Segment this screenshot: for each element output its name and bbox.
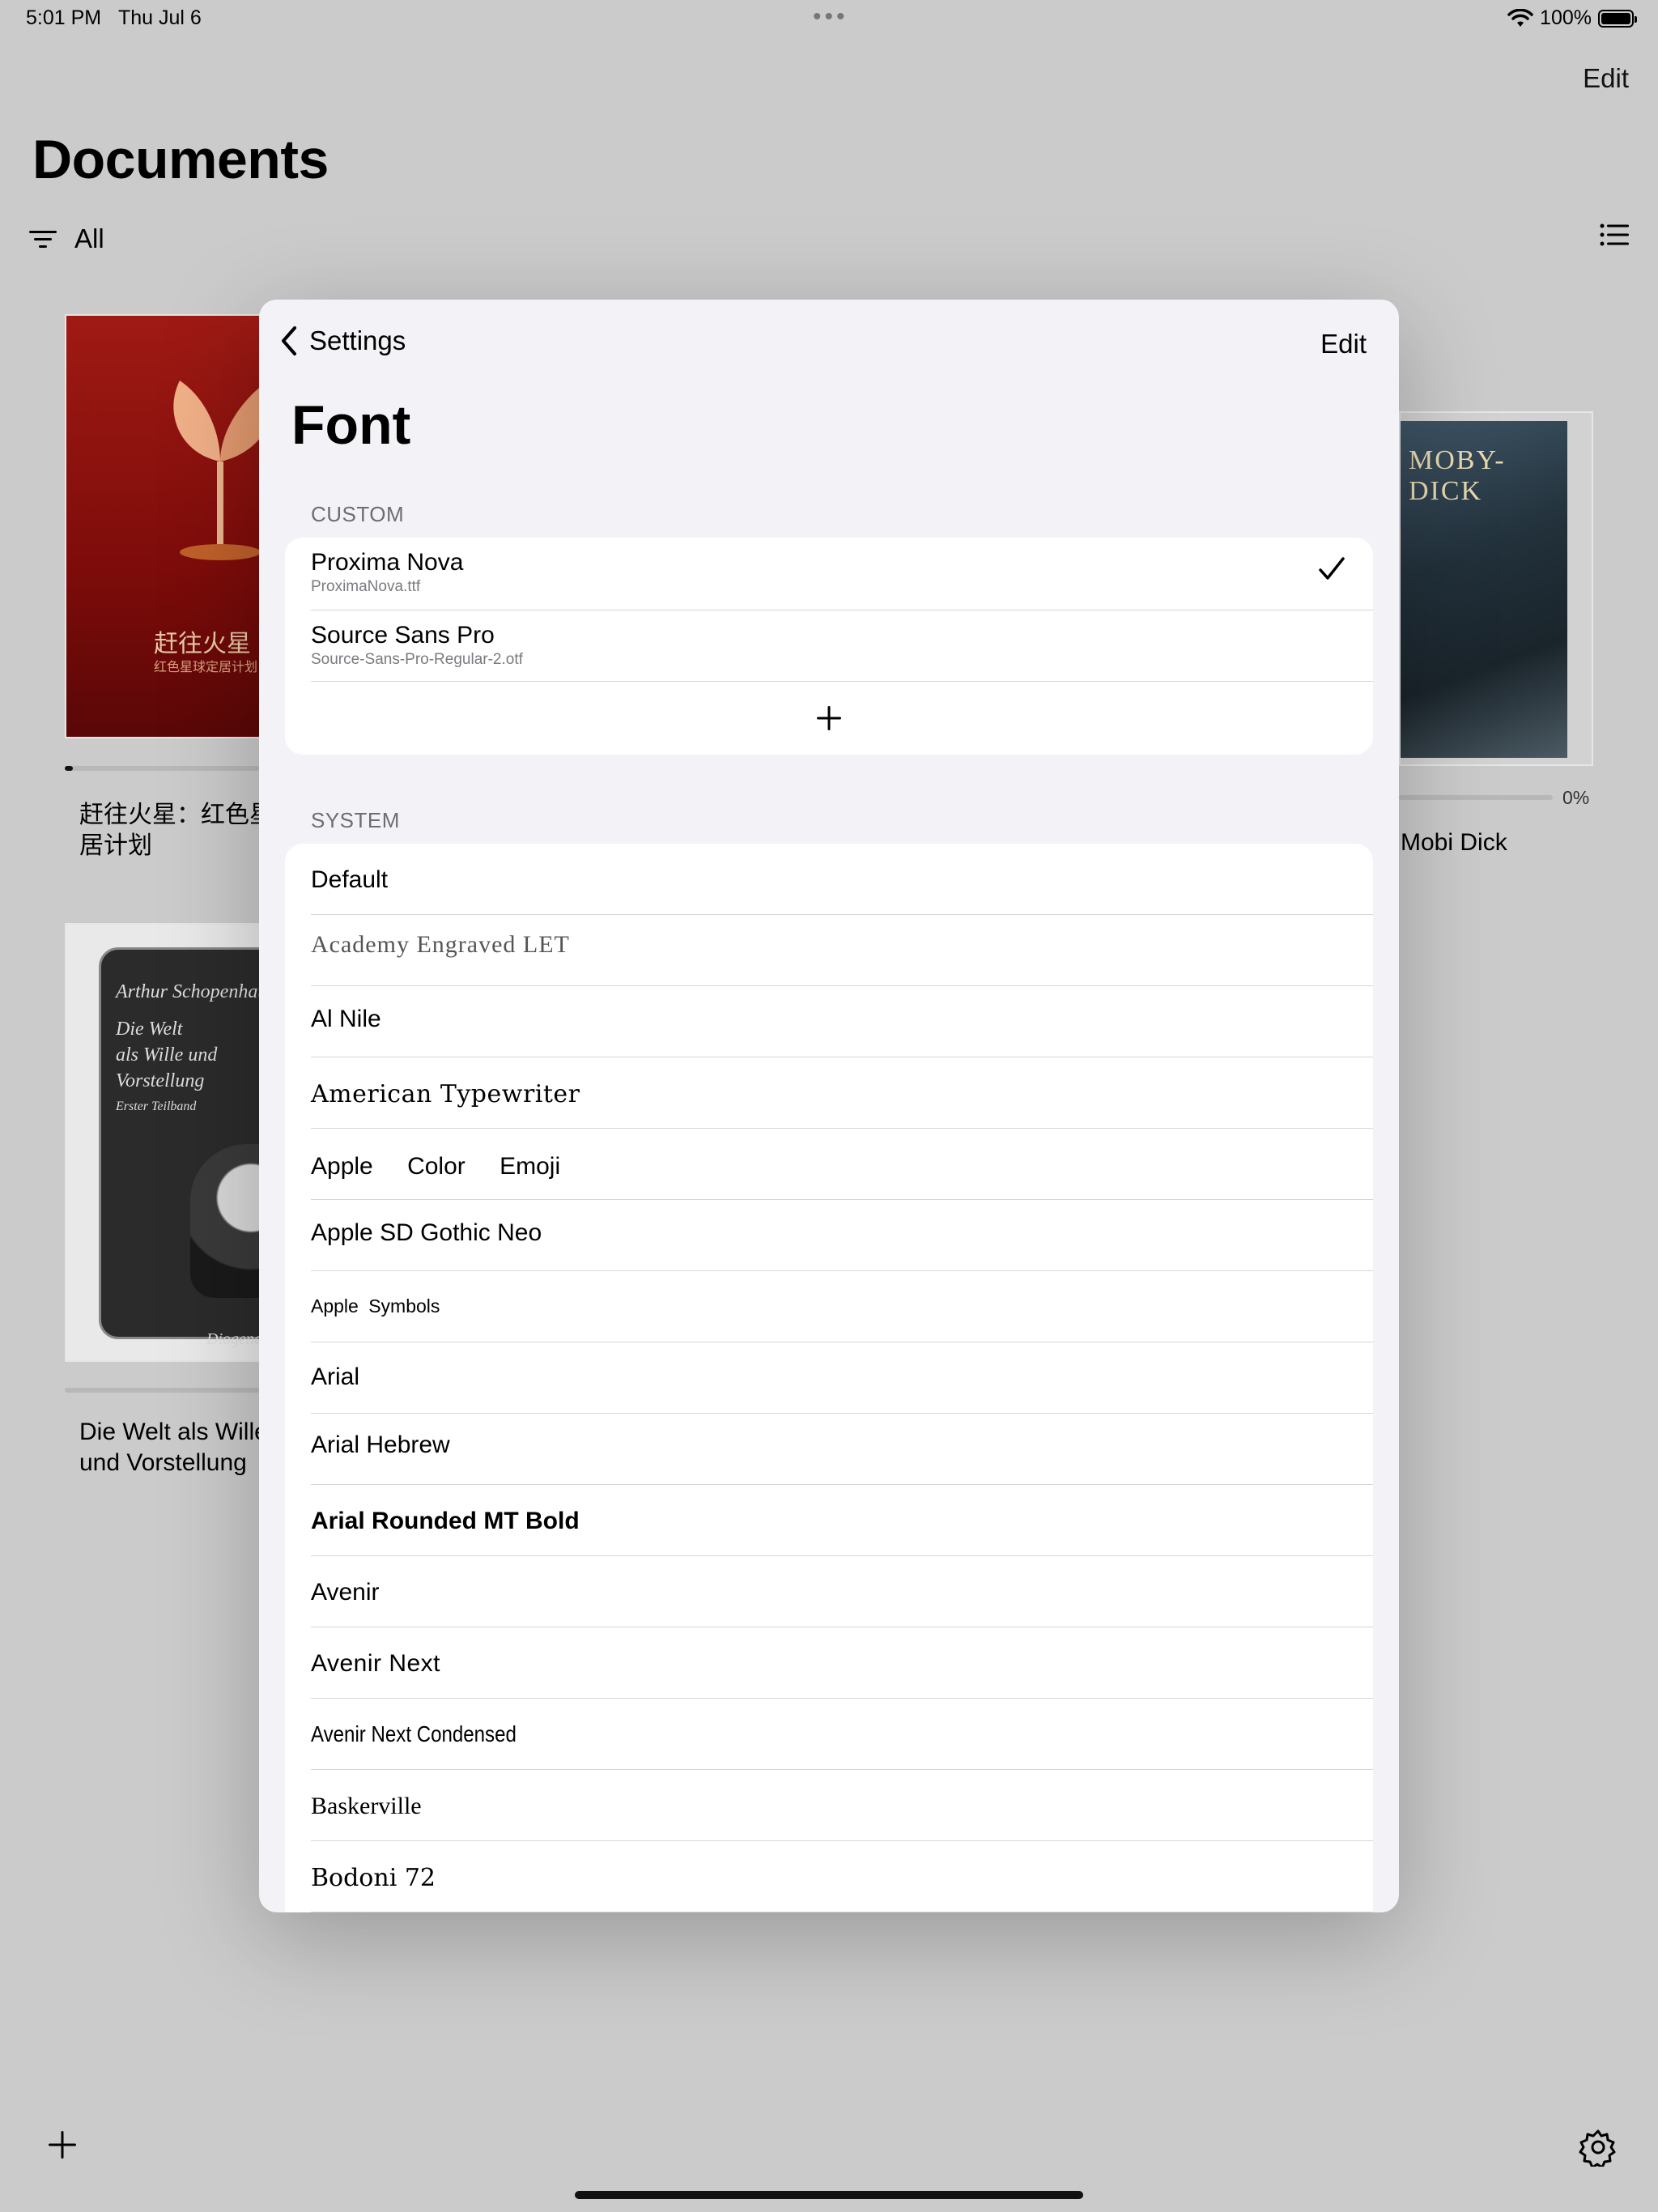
cover-frame: Arthur Schopenhauer Die Welt als Wille u… [99,947,275,1348]
book-cover-die-welt[interactable]: Arthur Schopenhauer Die Welt als Wille u… [65,923,275,1362]
list-icon [1600,223,1629,246]
font-row-arial-hebrew[interactable]: Arial Hebrew [285,1414,1373,1485]
settings-button[interactable] [1579,2128,1618,2171]
font-name: Apple Color Emoji [311,1153,561,1180]
book-title[interactable]: Mobi Dick [1401,829,1507,857]
custom-section-header: CUSTOM [311,502,405,526]
font-row-avenir-next-condensed[interactable]: Avenir Next Condensed [285,1699,1373,1770]
font-name: Arial [311,1363,360,1390]
battery-icon [1598,9,1637,28]
font-name: Apple Symbols [311,1295,440,1317]
font-row-apple-sd-gothic-neo[interactable]: Apple SD Gothic Neo [285,1200,1373,1271]
sheet-title: Font [291,394,411,456]
custom-fonts-group: Proxima Nova ProximaNova.ttf Source Sans… [285,538,1373,755]
font-name: Apple SD Gothic Neo [311,1219,542,1246]
reading-progress-bar [65,1388,259,1393]
reading-progress-bar [65,766,259,771]
cover-illustration-icon: MOBY-DICK [1401,421,1567,758]
cover-subtitle: 红色星球定居计划 [154,661,258,674]
font-row-proxima-nova[interactable]: Proxima Nova ProximaNova.ttf [285,538,1373,610]
font-name: Academy Engraved LET [311,931,570,958]
font-row-apple-color-emoji[interactable]: Apple Color Emoji [285,1129,1373,1200]
cover-sub: Erster Teilband [116,1100,197,1113]
cover-title: 赶往火星 [154,631,251,657]
gear-icon [1579,2129,1616,2169]
font-settings-sheet: Settings Edit Font CUSTOM Proxima Nova P… [259,300,1399,1912]
status-time: 5:01 PM Thu Jul 6 [26,6,202,29]
book-title[interactable]: 赶往火星：红色星居计划 [79,800,274,861]
back-button[interactable]: Settings [280,325,406,356]
font-row-american-typewriter[interactable]: American Typewriter [285,1057,1373,1129]
font-name: American Typewriter [311,1080,580,1108]
font-name: Avenir Next Condensed [311,1721,517,1746]
font-name: Source Sans Pro [311,622,495,649]
font-name: Arial Rounded MT Bold [311,1508,580,1534]
battery-percent: 100% [1540,6,1592,29]
cover-title-line3: Vorstellung [116,1070,205,1091]
cover-title-line2: als Wille und [116,1044,218,1066]
wifi-icon [1507,8,1533,27]
font-name: Avenir Next [311,1650,441,1677]
edit-button[interactable]: Edit [1320,329,1367,359]
font-row-source-sans-pro[interactable]: Source Sans Pro Source-Sans-Pro-Regular-… [285,610,1373,682]
multitasking-dots-icon[interactable]: ••• [813,3,848,31]
checkmark-icon [1319,557,1345,580]
font-row-arial-rounded[interactable]: Arial Rounded MT Bold [285,1485,1373,1556]
font-name: Al Nile [311,1006,381,1032]
add-document-button[interactable] [47,2129,78,2164]
font-name: Avenir [311,1579,380,1606]
font-row-academy-engraved[interactable]: Academy Engraved LET [285,915,1373,986]
font-name: Baskerville [311,1793,422,1819]
filter-icon [29,231,57,248]
font-row-default[interactable]: Default [285,844,1373,915]
plus-icon [49,2131,76,2159]
cover-title: MOBY-DICK [1409,445,1506,506]
page-title: Documents [32,129,329,190]
font-name: Proxima Nova [311,549,464,576]
font-name: Arial Hebrew [311,1431,450,1458]
font-file: ProximaNova.ttf [311,578,421,595]
filter-button[interactable]: All [29,223,104,254]
font-row-avenir-next[interactable]: Avenir Next [285,1627,1373,1699]
plus-icon [817,706,841,730]
status-indicators: 100% [1507,6,1637,30]
book-cover-moby-dick[interactable]: MOBY-DICK [1399,411,1593,766]
back-label: Settings [309,325,406,355]
font-row-avenir[interactable]: Avenir [285,1556,1373,1627]
cover-author: Arthur Schopenhauer [116,981,275,1002]
font-file: Source-Sans-Pro-Regular-2.otf [311,651,523,668]
system-section-header: SYSTEM [311,808,400,832]
font-name: Default [311,866,389,893]
font-row-baskerville[interactable]: Baskerville [285,1770,1373,1841]
library-edit-button[interactable]: Edit [1583,63,1629,94]
book-title[interactable]: Die Welt als Wille und Vorstellung [79,1417,274,1478]
font-row-bodoni-72[interactable]: Bodoni 72 [285,1841,1373,1912]
system-fonts-group: Default Academy Engraved LET Al Nile Ame… [285,844,1373,1912]
font-name: Bodoni 72 [311,1864,436,1892]
cover-title-line1: Die Welt [116,1019,183,1040]
font-row-apple-symbols[interactable]: Apple Symbols [285,1271,1373,1342]
reading-progress-bar [1399,795,1553,800]
reading-progress-text: 0% [1562,787,1590,808]
font-row-al-nile[interactable]: Al Nile [285,986,1373,1057]
list-view-button[interactable] [1600,223,1629,250]
home-indicator[interactable] [575,2191,1083,2199]
book-cover-mars[interactable]: 赶往火星 红色星球定居计划 [65,314,283,738]
font-row-arial[interactable]: Arial [285,1342,1373,1414]
add-font-button[interactable] [285,682,1373,755]
chevron-left-icon [282,326,296,355]
filter-label: All [74,223,104,253]
